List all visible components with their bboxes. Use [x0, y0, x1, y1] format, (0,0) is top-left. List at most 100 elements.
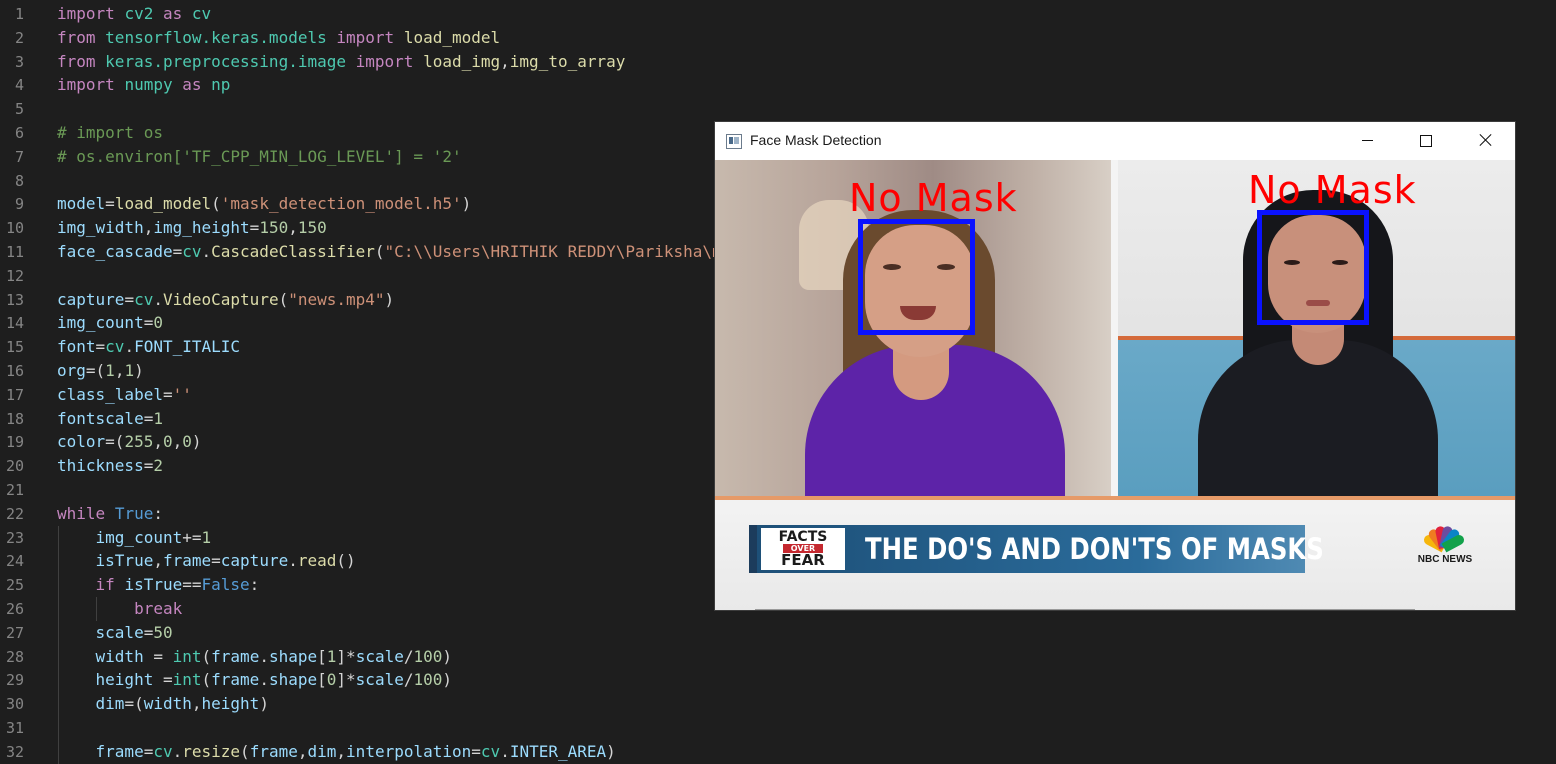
code-token: ( — [240, 741, 250, 761]
code-line[interactable]: 29 height =int(frame.shape[0]*scale/100) — [0, 668, 1556, 692]
line-number: 2 — [14, 28, 24, 47]
code-token: load_img — [423, 51, 501, 71]
code-token: 1 — [201, 527, 212, 547]
code-token: img_count — [95, 527, 183, 547]
code-line[interactable]: 5 — [0, 97, 1556, 121]
indent-guide — [96, 597, 97, 621]
code-text[interactable]: color=(255,0,0) — [57, 430, 202, 454]
line-number: 12 — [5, 266, 24, 285]
code-text[interactable]: isTrue,frame=capture.read() — [57, 549, 356, 573]
badge-text: FEAR — [781, 551, 825, 569]
code-line[interactable]: 30 dim=(width,height) — [0, 692, 1556, 716]
code-line[interactable]: 27 scale=50 — [0, 621, 1556, 645]
code-token: isTrue — [124, 575, 183, 595]
code-text[interactable]: from keras.preprocessing.image import lo… — [57, 50, 625, 74]
code-token: , — [288, 218, 298, 238]
code-line[interactable]: 3 from keras.preprocessing.image import l… — [0, 50, 1556, 74]
code-token: =( — [124, 694, 144, 714]
code-text[interactable]: if isTrue==False: — [57, 573, 260, 597]
code-text[interactable]: capture=cv.VideoCapture("news.mp4") — [57, 288, 394, 312]
code-text[interactable]: font=cv.FONT_ITALIC — [57, 335, 240, 359]
close-button[interactable] — [1457, 122, 1515, 160]
line-number: 16 — [5, 362, 24, 380]
line-number: 26 — [5, 600, 24, 618]
code-token: = — [95, 337, 106, 357]
code-token: img_width — [57, 218, 144, 238]
code-token: resize — [182, 741, 241, 761]
code-text[interactable]: # os.environ['TF_CPP_MIN_LOG_LEVEL'] = '… — [57, 145, 462, 169]
code-text[interactable]: org=(1,1) — [57, 359, 144, 383]
code-text[interactable]: import cv2 as cv — [57, 2, 211, 26]
code-text[interactable]: import numpy as np — [57, 73, 230, 97]
code-token: . — [201, 242, 212, 261]
code-token: height — [201, 694, 260, 714]
maximize-icon — [1420, 135, 1432, 147]
line-number: 31 — [5, 719, 24, 737]
code-text[interactable]: img_count+=1 — [57, 526, 212, 550]
code-token: 0 — [162, 432, 173, 452]
code-token: np — [211, 75, 231, 95]
line-number: 29 — [5, 671, 24, 690]
minimize-button[interactable] — [1339, 122, 1397, 160]
code-text[interactable]: width = int(frame.shape[1]*scale/100) — [57, 645, 453, 669]
code-token: = — [153, 670, 173, 690]
code-token: ) — [606, 741, 616, 761]
code-text[interactable]: class_label='' — [57, 383, 192, 407]
code-token: / — [403, 646, 414, 666]
code-token: isTrue — [95, 551, 154, 571]
face-mask-detection-window[interactable]: Face Mask Detection No Mask No Mask FACT… — [715, 122, 1515, 610]
code-token: True — [114, 503, 154, 523]
code-token: 0 — [182, 432, 192, 452]
code-line[interactable]: 28 width = int(frame.shape[1]*scale/100) — [0, 645, 1556, 669]
code-token: face_cascade — [57, 242, 173, 261]
code-text[interactable]: while True: — [57, 502, 163, 526]
code-text[interactable]: face_cascade=cv.CascadeClassifier("C:\\U… — [57, 240, 722, 264]
line-number: 22 — [5, 504, 24, 523]
code-text[interactable]: break — [57, 597, 182, 621]
code-text[interactable]: # import os — [57, 121, 163, 145]
code-token: = — [143, 456, 154, 476]
code-token: ]* — [336, 670, 356, 690]
window-titlebar[interactable]: Face Mask Detection — [715, 122, 1515, 160]
code-token: ) — [384, 289, 395, 309]
code-text[interactable]: frame=cv.resize(frame,dim,interpolation=… — [57, 740, 616, 764]
code-token: [ — [317, 670, 327, 690]
ticker-underline — [755, 609, 1415, 610]
code-token: ) — [134, 361, 144, 380]
code-token: =( — [85, 361, 106, 380]
code-token: INTER_AREA — [509, 741, 607, 761]
line-number: 28 — [5, 647, 24, 666]
code-text[interactable]: from tensorflow.keras.models import load… — [57, 26, 500, 50]
code-text[interactable]: model=load_model('mask_detection_model.h… — [57, 192, 471, 216]
code-token: = — [211, 551, 221, 571]
code-token: False — [201, 575, 250, 595]
code-token: fontscale — [57, 408, 144, 428]
code-text[interactable]: thickness=2 — [57, 454, 163, 478]
code-token: numpy — [124, 75, 173, 95]
code-text[interactable]: scale=50 — [57, 621, 173, 645]
code-text[interactable]: fontscale=1 — [57, 407, 163, 431]
code-text[interactable]: img_count=0 — [57, 311, 163, 335]
code-token: import — [336, 27, 395, 47]
code-line[interactable]: 31 — [0, 716, 1556, 740]
code-line[interactable]: 4 import numpy as np — [0, 73, 1556, 97]
chyron-headline: THE DO'S AND DON'TS OF MASKS — [865, 532, 1324, 566]
code-token: CascadeClassifier — [211, 242, 375, 261]
code-text[interactable]: dim=(width,height) — [57, 692, 269, 716]
code-text[interactable]: height =int(frame.shape[0]*scale/100) — [57, 668, 453, 692]
code-token: ( — [211, 194, 221, 214]
code-token: load_model — [403, 27, 501, 47]
line-number: 6 — [14, 124, 24, 142]
facts-over-fear-badge: FACTS OVER FEAR — [761, 528, 845, 570]
code-line[interactable]: 1 import cv2 as cv — [0, 2, 1556, 26]
code-token: keras.preprocessing.image — [105, 51, 346, 71]
face-detection-box — [1257, 210, 1369, 325]
maximize-button[interactable] — [1397, 122, 1455, 160]
code-line[interactable]: 2 from tensorflow.keras.models import loa… — [0, 26, 1556, 50]
code-token: as — [182, 75, 202, 95]
code-token: interpolation — [346, 741, 472, 761]
code-line[interactable]: 32 frame=cv.resize(frame,dim,interpolati… — [0, 740, 1556, 764]
code-text[interactable]: img_width,img_height=150,150 — [57, 216, 327, 240]
